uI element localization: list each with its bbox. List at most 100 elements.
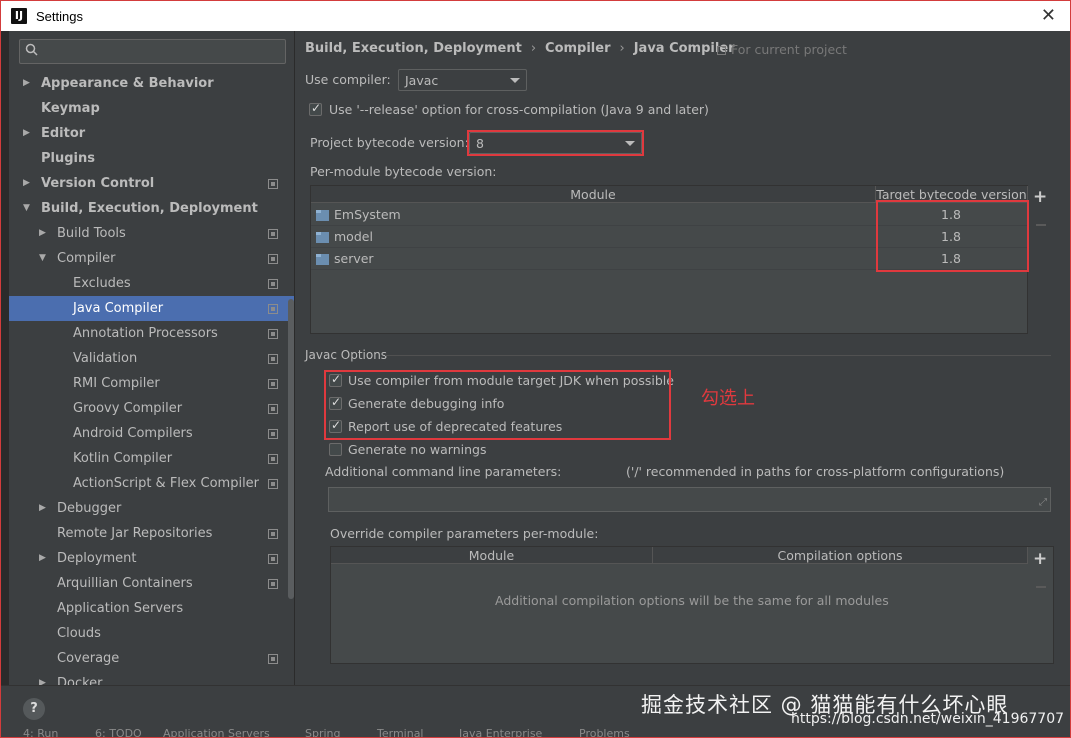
sidebar-item-excludes[interactable]: Excludes	[9, 271, 294, 296]
tool-window-button[interactable]: 4: Run	[23, 727, 58, 737]
project-scope-icon	[268, 554, 278, 564]
override-empty-text: Additional compilation options will be t…	[495, 593, 889, 608]
module-name: server	[334, 251, 374, 266]
add-override-button[interactable]: +	[1033, 549, 1047, 569]
sidebar-item-version-control[interactable]: ▶ Version Control	[9, 171, 294, 196]
sidebar-item-label: RMI Compiler	[73, 376, 160, 391]
sidebar-item-label: Kotlin Compiler	[73, 451, 173, 466]
sidebar-item-arquillian-containers[interactable]: Arquillian Containers	[9, 571, 294, 596]
chevron-right-icon[interactable]: ▶	[39, 546, 46, 571]
sidebar-item-label: ActionScript & Flex Compiler	[73, 476, 260, 491]
override-table: Module Compilation options Additional co…	[330, 546, 1054, 664]
override-header-options[interactable]: Compilation options	[653, 547, 1028, 564]
sidebar-item-label: Build, Execution, Deployment	[41, 201, 258, 216]
chevron-down-icon	[510, 78, 520, 83]
title-bar: IJ Settings ✕	[1, 1, 1070, 31]
use-compiler-dropdown[interactable]: Javac	[398, 69, 527, 91]
tool-window-button[interactable]: Problems	[579, 727, 630, 737]
sidebar-item-label: Java Compiler	[73, 301, 164, 316]
chevron-right-icon[interactable]: ▶	[23, 171, 30, 196]
tool-window-button[interactable]: Application Servers	[163, 727, 270, 737]
sidebar-item-actionscript-flex-compiler[interactable]: ActionScript & Flex Compiler	[9, 471, 294, 496]
sidebar-item-appearance-behavior[interactable]: ▶ Appearance & Behavior	[9, 71, 294, 96]
use-compiler-value: Javac	[405, 73, 439, 88]
sidebar-item-groovy-compiler[interactable]: Groovy Compiler	[9, 396, 294, 421]
chevron-right-icon[interactable]: ▶	[23, 121, 30, 146]
sidebar-item-label: Application Servers	[57, 601, 184, 616]
tool-window-button[interactable]: Spring	[305, 727, 341, 737]
tool-window-button[interactable]: Terminal	[377, 727, 424, 737]
sidebar-item-label: Editor	[41, 126, 86, 141]
tool-window-button[interactable]: Java Enterprise	[459, 727, 542, 737]
sidebar-item-label: Appearance & Behavior	[41, 76, 214, 91]
sidebar-item-debugger[interactable]: ▶ Debugger	[9, 496, 294, 521]
sidebar-item-docker[interactable]: ▶ Docker	[9, 671, 294, 685]
sidebar-item-keymap[interactable]: Keymap	[9, 96, 294, 121]
highlight-box-javac-options	[324, 370, 671, 440]
module-folder-icon	[316, 254, 329, 265]
sidebar-item-label: Plugins	[41, 151, 95, 166]
remove-override-button[interactable]	[1036, 586, 1046, 588]
chevron-right-icon[interactable]: ▶	[23, 71, 30, 96]
sidebar-item-compiler[interactable]: ▼ Compiler	[9, 246, 294, 271]
sidebar-item-label: Docker	[57, 676, 103, 685]
sidebar-item-rmi-compiler[interactable]: RMI Compiler	[9, 371, 294, 396]
chevron-right-icon[interactable]: ▶	[39, 496, 46, 521]
settings-sidebar: ▶ Appearance & Behavior Keymap ▶ Editor Plugi…	[9, 31, 294, 685]
module-folder-icon	[316, 210, 329, 221]
remove-module-button[interactable]	[1036, 224, 1046, 226]
sidebar-item-label: Arquillian Containers	[57, 576, 193, 591]
release-option-checkbox[interactable]	[309, 101, 322, 116]
sidebar-item-remote-jar-repositories[interactable]: Remote Jar Repositories	[9, 521, 294, 546]
sidebar-item-clouds[interactable]: Clouds	[9, 621, 294, 646]
opt-no-warnings-checkbox[interactable]	[329, 443, 342, 456]
chevron-down-icon[interactable]: ▼	[39, 246, 46, 271]
sidebar-item-plugins[interactable]: Plugins	[9, 146, 294, 171]
sidebar-item-validation[interactable]: Validation	[9, 346, 294, 371]
sidebar-item-build-tools[interactable]: ▶ Build Tools	[9, 221, 294, 246]
cmdline-input[interactable]: ⤢	[328, 487, 1051, 512]
close-icon[interactable]: ✕	[1041, 6, 1056, 26]
project-scope-icon	[268, 279, 278, 289]
settings-search-input[interactable]	[19, 39, 286, 64]
sidebar-item-coverage[interactable]: Coverage	[9, 646, 294, 671]
sidebar-item-label: Android Compilers	[73, 426, 193, 441]
override-header-module[interactable]: Module	[331, 547, 653, 564]
settings-window: IJ Settings ✕ ▶ Appearance & Behavior Keym…	[0, 0, 1071, 738]
breadcrumb-compiler: Compiler	[545, 41, 611, 56]
column-header-module[interactable]: Module	[311, 186, 876, 203]
sidebar-item-label: Validation	[73, 351, 138, 366]
sidebar-item-build-execution-deployment[interactable]: ▼ Build, Execution, Deployment	[9, 196, 294, 221]
java-compiler-panel: Build, Execution, Deployment › Compiler › Ja…	[295, 31, 1063, 685]
sidebar-item-kotlin-compiler[interactable]: Kotlin Compiler	[9, 446, 294, 471]
project-scope-icon	[717, 46, 726, 55]
sidebar-item-deployment[interactable]: ▶ Deployment	[9, 546, 294, 571]
sidebar-item-application-servers[interactable]: Application Servers	[9, 596, 294, 621]
sidebar-item-editor[interactable]: ▶ Editor	[9, 121, 294, 146]
per-module-label: Per-module bytecode version:	[310, 164, 497, 179]
search-icon	[25, 43, 38, 56]
sidebar-item-label: Coverage	[57, 651, 120, 666]
add-module-button[interactable]: +	[1033, 187, 1047, 207]
project-scope-icon	[268, 304, 278, 314]
chevron-right-icon[interactable]: ▶	[39, 221, 46, 246]
sidebar-item-label: Remote Jar Repositories	[57, 526, 213, 541]
opt-no-warnings-label: Generate no warnings	[348, 442, 487, 457]
breadcrumb-separator: ›	[530, 41, 537, 56]
sidebar-item-java-compiler[interactable]: Java Compiler	[9, 296, 294, 321]
project-scope-icon	[268, 429, 278, 439]
chevron-right-icon[interactable]: ▶	[39, 671, 46, 685]
project-scope-icon	[268, 254, 278, 264]
project-scope-icon	[268, 529, 278, 539]
help-button[interactable]: ?	[23, 698, 45, 720]
tool-window-button[interactable]: 6: TODO	[95, 727, 142, 737]
module-name: model	[334, 229, 373, 244]
sidebar-item-android-compilers[interactable]: Android Compilers	[9, 421, 294, 446]
project-bytecode-label: Project bytecode version:	[310, 135, 469, 150]
chevron-down-icon[interactable]: ▼	[23, 196, 30, 221]
expand-icon[interactable]: ⤢	[1039, 497, 1047, 508]
sidebar-item-annotation-processors[interactable]: Annotation Processors	[9, 321, 294, 346]
sidebar-item-label: Version Control	[41, 176, 155, 191]
section-divider	[385, 355, 1051, 356]
settings-tree: ▶ Appearance & Behavior Keymap ▶ Editor Plugi…	[9, 71, 294, 685]
